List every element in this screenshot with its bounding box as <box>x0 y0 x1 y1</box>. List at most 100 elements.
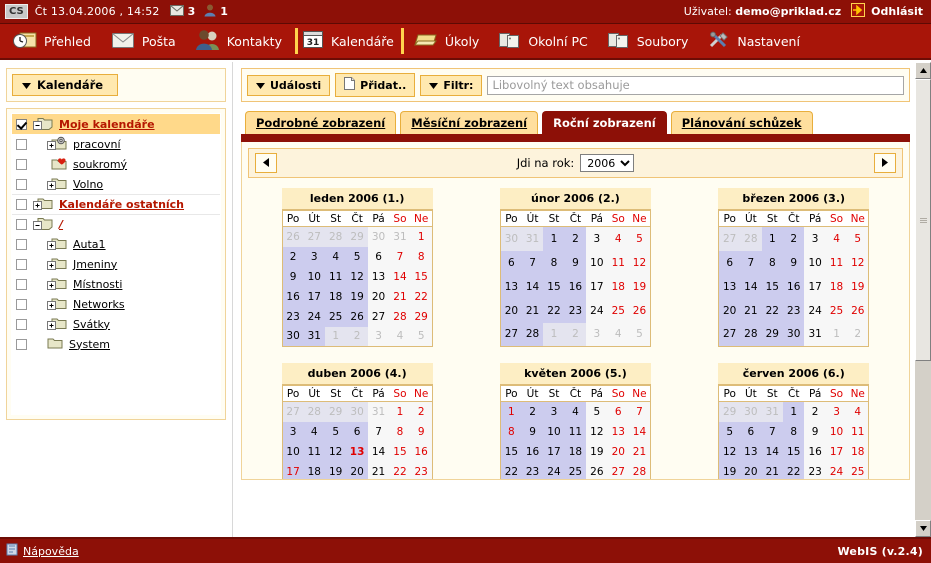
help-link[interactable]: Nápověda <box>6 543 79 559</box>
day-cell[interactable]: 7 <box>389 246 411 267</box>
day-cell[interactable]: 30 <box>783 322 805 347</box>
day-cell[interactable]: 8 <box>543 250 565 275</box>
tree-item-label[interactable]: Kalendáře ostatních <box>59 198 184 211</box>
day-cell[interactable]: 27 <box>367 306 390 327</box>
day-cell[interactable]: 12 <box>718 441 741 462</box>
tree-item-label[interactable]: Jmeniny <box>73 258 117 271</box>
day-cell[interactable]: 14 <box>389 266 411 287</box>
day-cell[interactable]: 2 <box>783 226 805 251</box>
day-cell[interactable]: 17 <box>825 441 848 462</box>
tree-item-checkbox[interactable] <box>16 298 27 310</box>
day-cell[interactable]: 21 <box>521 298 544 323</box>
day-cell[interactable]: 13 <box>740 441 762 462</box>
day-cell[interactable]: 22 <box>389 461 411 479</box>
tree-item[interactable]: Svátky <box>12 314 220 334</box>
day-cell[interactable]: 18 <box>607 274 629 299</box>
day-cell[interactable]: 10 <box>586 250 608 275</box>
day-cell[interactable]: 9 <box>804 421 826 442</box>
day-cell[interactable]: 13 <box>367 266 390 287</box>
filter-input[interactable] <box>487 75 904 95</box>
day-cell[interactable]: 14 <box>740 274 762 299</box>
day-cell[interactable]: 4 <box>564 401 587 422</box>
folder-open-icon[interactable] <box>33 216 53 233</box>
day-cell[interactable]: 15 <box>500 441 522 462</box>
day-cell[interactable]: 1 <box>500 401 522 422</box>
day-cell[interactable]: 28 <box>389 306 411 327</box>
day-cell[interactable]: 19 <box>586 441 608 462</box>
folder-plus-icon[interactable] <box>47 236 67 253</box>
day-cell[interactable]: 23 <box>804 461 826 479</box>
day-cell[interactable]: 4 <box>607 226 629 251</box>
day-cell[interactable]: 10 <box>303 266 325 287</box>
scroll-down-button[interactable] <box>915 520 931 537</box>
day-cell[interactable]: 21 <box>389 286 411 307</box>
day-cell[interactable]: 15 <box>543 274 565 299</box>
tree-item[interactable]: Jmeniny <box>12 254 220 274</box>
day-cell[interactable]: 22 <box>500 461 522 479</box>
day-cell[interactable]: 2 <box>282 246 304 267</box>
day-cell[interactable]: 3 <box>543 401 565 422</box>
tree-item-checkbox[interactable] <box>16 278 27 290</box>
day-cell[interactable]: 23 <box>282 306 304 327</box>
day-cell[interactable]: 19 <box>847 274 869 299</box>
day-cell[interactable]: 6 <box>718 250 741 275</box>
tree-item[interactable]: Volno <box>12 174 220 194</box>
folder-open-icon[interactable] <box>33 116 53 133</box>
day-cell[interactable]: 3 <box>282 421 304 442</box>
folder-heart-icon[interactable] <box>47 156 67 173</box>
day-cell[interactable]: 2 <box>521 401 544 422</box>
day-cell[interactable]: 14 <box>521 274 544 299</box>
day-cell[interactable]: 27 <box>718 322 741 347</box>
tree-item-checkbox[interactable] <box>16 238 27 250</box>
day-cell[interactable]: 11 <box>564 421 587 442</box>
day-cell[interactable]: 12 <box>346 266 368 287</box>
day-cell[interactable]: 9 <box>521 421 544 442</box>
day-cell[interactable]: 15 <box>761 274 783 299</box>
day-cell[interactable]: 8 <box>783 421 805 442</box>
day-cell[interactable]: 4 <box>324 246 347 267</box>
day-cell[interactable]: 26 <box>847 298 869 323</box>
day-cell[interactable]: 11 <box>303 441 325 462</box>
day-cell[interactable]: 7 <box>521 250 544 275</box>
day-cell[interactable]: 12 <box>586 421 608 442</box>
day-cell[interactable]: 24 <box>303 306 325 327</box>
day-cell[interactable]: 26 <box>628 298 651 323</box>
day-cell[interactable]: 11 <box>847 421 869 442</box>
day-cell[interactable]: 9 <box>564 250 587 275</box>
day-cell[interactable]: 6 <box>500 250 522 275</box>
day-cell[interactable]: 20 <box>367 286 390 307</box>
day-cell[interactable]: 4 <box>303 421 325 442</box>
day-cell[interactable]: 19 <box>324 461 347 479</box>
day-cell[interactable]: 23 <box>521 461 544 479</box>
tree-item[interactable]: Networks <box>12 294 220 314</box>
online-users-indicator[interactable]: 1 <box>204 4 228 20</box>
tree-item-checkbox[interactable] <box>16 178 27 190</box>
tree-item-checkbox[interactable] <box>16 318 27 330</box>
day-cell[interactable]: 22 <box>410 286 433 307</box>
day-cell[interactable]: 22 <box>761 298 783 323</box>
next-year-button[interactable] <box>874 153 896 173</box>
day-cell[interactable]: 31 <box>804 322 826 347</box>
day-cell[interactable]: 23 <box>783 298 805 323</box>
day-cell[interactable]: 17 <box>586 274 608 299</box>
nav-item-prehled[interactable]: Přehled <box>12 23 104 59</box>
folder-plus-icon[interactable] <box>47 176 67 193</box>
day-cell[interactable]: 3 <box>804 226 826 251</box>
tree-item[interactable]: soukromý <box>12 154 220 174</box>
day-cell[interactable]: 23 <box>410 461 433 479</box>
day-cell[interactable]: 10 <box>282 441 304 462</box>
month-title[interactable]: únor 2006 (2.) <box>499 188 651 210</box>
day-cell[interactable]: 10 <box>825 421 848 442</box>
day-cell[interactable]: 4 <box>847 401 869 422</box>
day-cell[interactable]: 1 <box>543 226 565 251</box>
day-cell[interactable]: 28 <box>740 322 762 347</box>
day-cell[interactable]: 1 <box>389 401 411 422</box>
day-cell[interactable]: 20 <box>346 461 368 479</box>
day-cell[interactable]: 20 <box>607 441 629 462</box>
logout-button[interactable]: Odhlásit <box>851 3 923 20</box>
tree-item-label[interactable]: Auta1 <box>73 238 106 251</box>
day-cell[interactable]: 21 <box>761 461 783 479</box>
day-cell[interactable]: 18 <box>847 441 869 462</box>
day-cell[interactable]: 15 <box>410 266 433 287</box>
day-cell[interactable]: 10 <box>804 250 826 275</box>
